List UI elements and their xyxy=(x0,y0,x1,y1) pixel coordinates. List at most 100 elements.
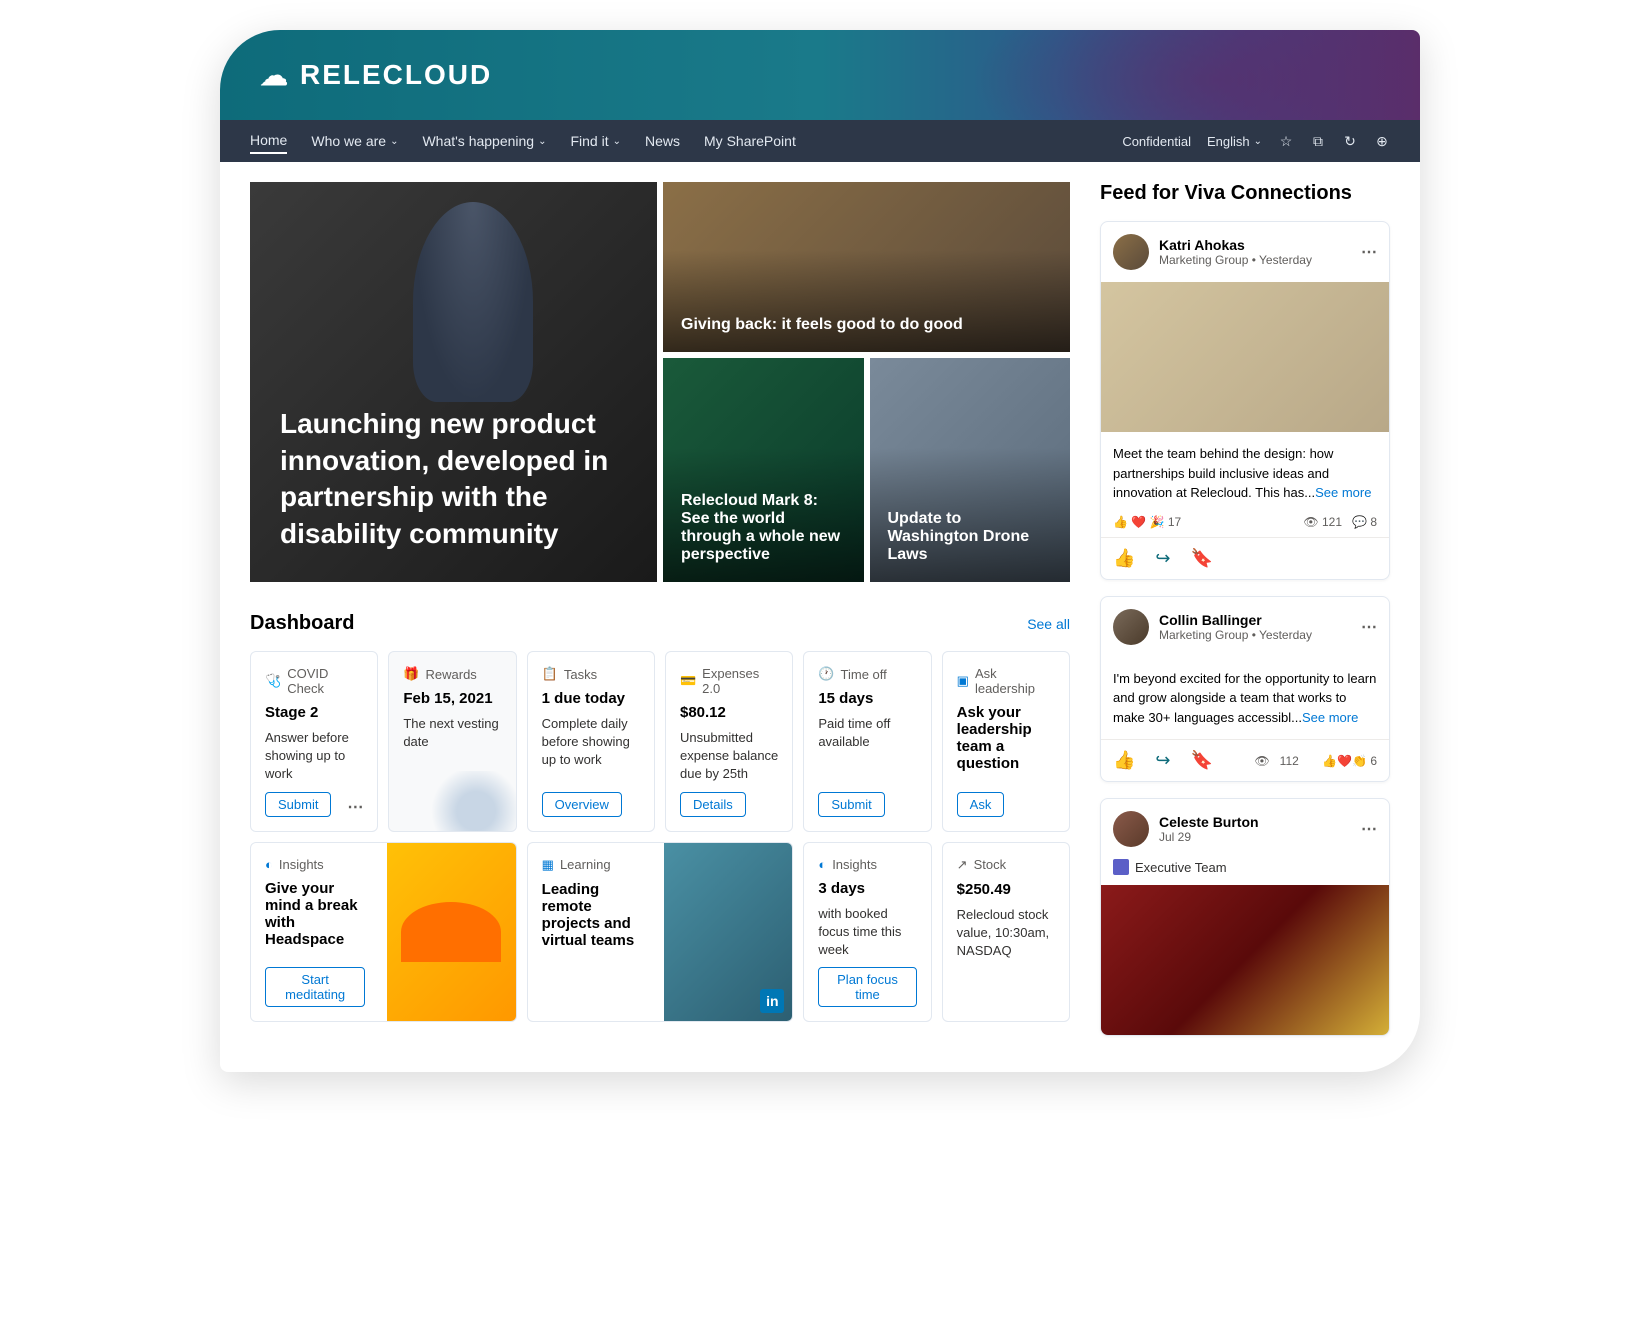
chevron-down-icon: ⌄ xyxy=(538,136,546,147)
dashboard-cards: 🩺COVID Check Stage 2 Answer before showi… xyxy=(250,651,1070,1022)
see-all-link[interactable]: See all xyxy=(1027,616,1070,632)
card-body: Relecloud stock value, 10:30am, NASDAQ xyxy=(957,906,1055,1008)
nav-find[interactable]: Find it ⌄ xyxy=(570,129,621,153)
feed-post[interactable]: Celeste Burton Jul 29 ⋯ Executive Team xyxy=(1100,798,1390,1036)
brand-logo: ☁ RELECLOUD xyxy=(260,59,492,92)
share-icon[interactable]: ↪ xyxy=(1155,750,1170,771)
star-icon[interactable]: ☆ xyxy=(1278,133,1294,149)
stock-icon: ↗ xyxy=(957,857,968,873)
card-label: Expenses 2.0 xyxy=(702,666,778,696)
post-image[interactable] xyxy=(1101,282,1389,432)
ask-button[interactable]: Ask xyxy=(957,792,1005,817)
card-body: Complete daily before showing up to work xyxy=(542,715,640,784)
more-icon[interactable]: ⋯ xyxy=(347,797,363,817)
card-title: 1 due today xyxy=(542,690,640,707)
more-icon[interactable]: ⋯ xyxy=(1361,819,1377,839)
hero-tile-title: Relecloud Mark 8: See the world through … xyxy=(681,492,846,564)
stats: 👁 112 👍❤️👏 6 xyxy=(1254,750,1377,771)
link-icon[interactable]: ⧉ xyxy=(1310,133,1326,149)
more-icon[interactable]: ⋯ xyxy=(1361,242,1377,262)
author-name[interactable]: Collin Ballinger xyxy=(1159,612,1351,628)
post-meta: Jul 29 xyxy=(1159,830,1351,844)
nav-happening[interactable]: What's happening ⌄ xyxy=(422,129,546,153)
submit-button[interactable]: Submit xyxy=(818,792,884,817)
card-insights-headspace[interactable]: ◐Insights Give your mind a break with He… xyxy=(250,842,517,1023)
card-covid[interactable]: 🩺COVID Check Stage 2 Answer before showi… xyxy=(250,651,378,832)
nav-who[interactable]: Who we are ⌄ xyxy=(311,129,398,153)
author-name[interactable]: Celeste Burton xyxy=(1159,814,1351,830)
content: Launching new product innovation, develo… xyxy=(220,162,1420,1072)
card-title: Give your mind a break with Headspace xyxy=(265,880,365,948)
focus-button[interactable]: Plan focus time xyxy=(818,967,916,1007)
card-expenses[interactable]: 💳Expenses 2.0 $80.12 Unsubmitted expense… xyxy=(665,651,793,832)
refresh-icon[interactable]: ↻ xyxy=(1342,133,1358,149)
team-tag[interactable]: Executive Team xyxy=(1101,859,1239,885)
card-title: Ask your leadership team a question xyxy=(957,704,1055,772)
chevron-down-icon: ⌄ xyxy=(1254,136,1262,147)
nav-home[interactable]: Home xyxy=(250,128,287,154)
avatar[interactable] xyxy=(1113,609,1149,645)
card-label: Tasks xyxy=(564,667,597,682)
gift-icon: 🎁 xyxy=(403,666,419,682)
card-label: Stock xyxy=(974,857,1007,872)
nav-sharepoint[interactable]: My SharePoint xyxy=(704,129,796,153)
card-tasks[interactable]: 📋 Tasks 1 due today Complete daily before… xyxy=(527,651,655,832)
meditate-button[interactable]: Start meditating xyxy=(265,967,365,1007)
avatar[interactable] xyxy=(1113,811,1149,847)
card-body: The next vesting date xyxy=(403,715,501,817)
nav-right: Confidential English ⌄ ☆ ⧉ ↻ ⊕ xyxy=(1122,130,1390,153)
dashboard-title: Dashboard xyxy=(250,612,354,635)
reactions[interactable]: 👍 ❤️ 🎉 17 xyxy=(1113,515,1181,529)
card-label: Ask leadership xyxy=(975,666,1055,696)
card-title: $80.12 xyxy=(680,704,778,721)
nav-news[interactable]: News xyxy=(645,129,680,153)
details-button[interactable]: Details xyxy=(680,792,746,817)
feed-post[interactable]: Katri Ahokas Marketing Group • Yesterday… xyxy=(1100,221,1390,580)
chevron-down-icon: ⌄ xyxy=(613,136,621,147)
card-insights-focus[interactable]: ◐Insights 3 days with booked focus time … xyxy=(803,842,931,1023)
feed-post[interactable]: Collin Ballinger Marketing Group • Yeste… xyxy=(1100,596,1390,783)
hero-tile-title: Update to Washington Drone Laws xyxy=(888,510,1053,564)
learning-icon: ▦ xyxy=(542,857,554,873)
card-title: Stage 2 xyxy=(265,704,363,721)
language-selector[interactable]: English ⌄ xyxy=(1207,130,1262,153)
chevron-down-icon: ⌄ xyxy=(390,136,398,147)
nav-left: Home Who we are ⌄ What's happening ⌄ Fin… xyxy=(250,128,1122,154)
clock-icon: 🕐 xyxy=(818,666,834,682)
hero-main-title: Launching new product innovation, develo… xyxy=(280,406,627,552)
card-stock[interactable]: ↗Stock $250.49 Relecloud stock value, 10… xyxy=(942,842,1070,1023)
banner: ☁ RELECLOUD xyxy=(220,30,1420,120)
avatar[interactable] xyxy=(1113,234,1149,270)
tasks-icon: 📋 xyxy=(542,666,558,682)
card-timeoff[interactable]: 🕐Time off 15 days Paid time off availabl… xyxy=(803,651,931,832)
more-icon[interactable]: ⋯ xyxy=(1361,617,1377,637)
card-title: 3 days xyxy=(818,880,916,897)
hero-tile-mark8[interactable]: Relecloud Mark 8: See the world through … xyxy=(663,358,864,582)
feed-title: Feed for Viva Connections xyxy=(1100,182,1390,205)
see-more-link[interactable]: See more xyxy=(1302,710,1358,725)
hero-grid: Launching new product innovation, develo… xyxy=(250,182,1070,582)
dashboard-header: Dashboard See all xyxy=(250,612,1070,635)
see-more-link[interactable]: See more xyxy=(1315,485,1371,500)
stethoscope-icon: 🩺 xyxy=(265,673,281,689)
bookmark-icon[interactable]: 🔖 xyxy=(1191,750,1213,771)
submit-button[interactable]: Submit xyxy=(265,792,331,817)
bookmark-icon[interactable]: 🔖 xyxy=(1191,548,1213,569)
globe-icon[interactable]: ⊕ xyxy=(1374,133,1390,149)
hero-main-tile[interactable]: Launching new product innovation, develo… xyxy=(250,182,657,582)
hero-tile-giving[interactable]: Giving back: it feels good to do good xyxy=(663,182,1070,352)
author-name[interactable]: Katri Ahokas xyxy=(1159,237,1351,253)
overview-button[interactable]: Overview xyxy=(542,792,622,817)
sidebar-feed: Feed for Viva Connections Katri Ahokas M… xyxy=(1100,182,1390,1052)
learning-image xyxy=(664,843,792,1022)
yammer-icon: ▣ xyxy=(957,673,969,689)
card-body: Paid time off available xyxy=(818,715,916,784)
card-rewards[interactable]: 🎁Rewards Feb 15, 2021 The next vesting d… xyxy=(388,651,516,832)
card-ask[interactable]: ▣ Ask leadership Ask your leadership team… xyxy=(942,651,1070,832)
like-icon[interactable]: 👍 xyxy=(1113,750,1135,771)
like-icon[interactable]: 👍 xyxy=(1113,548,1135,569)
hero-tile-drone[interactable]: Update to Washington Drone Laws xyxy=(870,358,1071,582)
post-image[interactable] xyxy=(1101,885,1389,1035)
card-learning[interactable]: ▦Learning Leading remote projects and vi… xyxy=(527,842,794,1023)
share-icon[interactable]: ↪ xyxy=(1155,548,1170,569)
